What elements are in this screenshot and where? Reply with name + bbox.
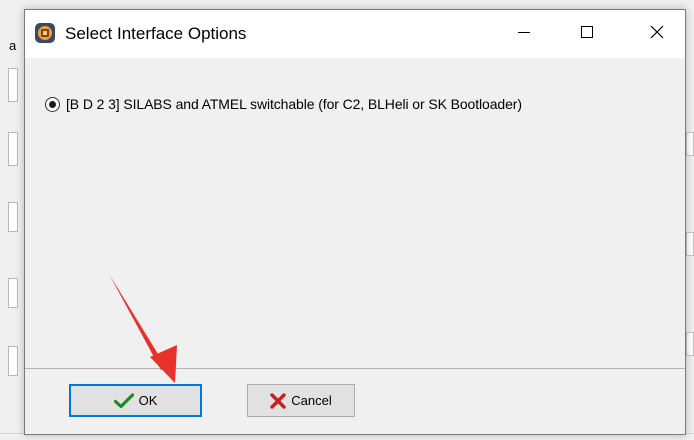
ok-button[interactable]: OK	[69, 384, 202, 417]
background-field	[686, 332, 694, 356]
background-field	[686, 132, 694, 156]
app-icon	[34, 22, 56, 44]
background-field	[8, 68, 18, 102]
interface-option-label[interactable]: [B D 2 3] SILABS and ATMEL switchable (f…	[66, 96, 522, 112]
background-top-text	[452, 0, 562, 7]
background-left-panel: a	[0, 0, 24, 440]
interface-option[interactable]: [B D 2 3] SILABS and ATMEL switchable (f…	[45, 95, 522, 113]
maximize-icon	[580, 25, 594, 44]
cancel-button[interactable]: Cancel	[247, 384, 355, 417]
close-icon	[650, 25, 664, 44]
minimize-button[interactable]	[496, 10, 552, 58]
checkmark-icon	[113, 392, 134, 409]
background-field	[8, 132, 18, 166]
background-field	[8, 202, 18, 232]
background-field	[8, 278, 18, 308]
radio-selected-dot	[49, 100, 56, 108]
background-left-label: a	[9, 38, 17, 53]
radio-button[interactable]	[45, 96, 60, 112]
cancel-button-label: Cancel	[291, 393, 332, 408]
background-field	[686, 232, 694, 256]
title-bar[interactable]: Select Interface Options	[25, 10, 685, 58]
background-field	[8, 346, 18, 376]
dialog-footer: OK Cancel	[25, 369, 685, 434]
dialog-content: [B D 2 3] SILABS and ATMEL switchable (f…	[25, 58, 685, 368]
close-button[interactable]	[629, 10, 685, 58]
dialog-title: Select Interface Options	[65, 24, 247, 43]
x-icon	[270, 392, 286, 409]
maximize-button[interactable]	[559, 10, 615, 58]
select-interface-dialog: Select Interface Options [B D 2 3] SILAB…	[24, 9, 686, 435]
ok-button-label: OK	[138, 393, 158, 408]
minimize-icon	[517, 25, 531, 44]
